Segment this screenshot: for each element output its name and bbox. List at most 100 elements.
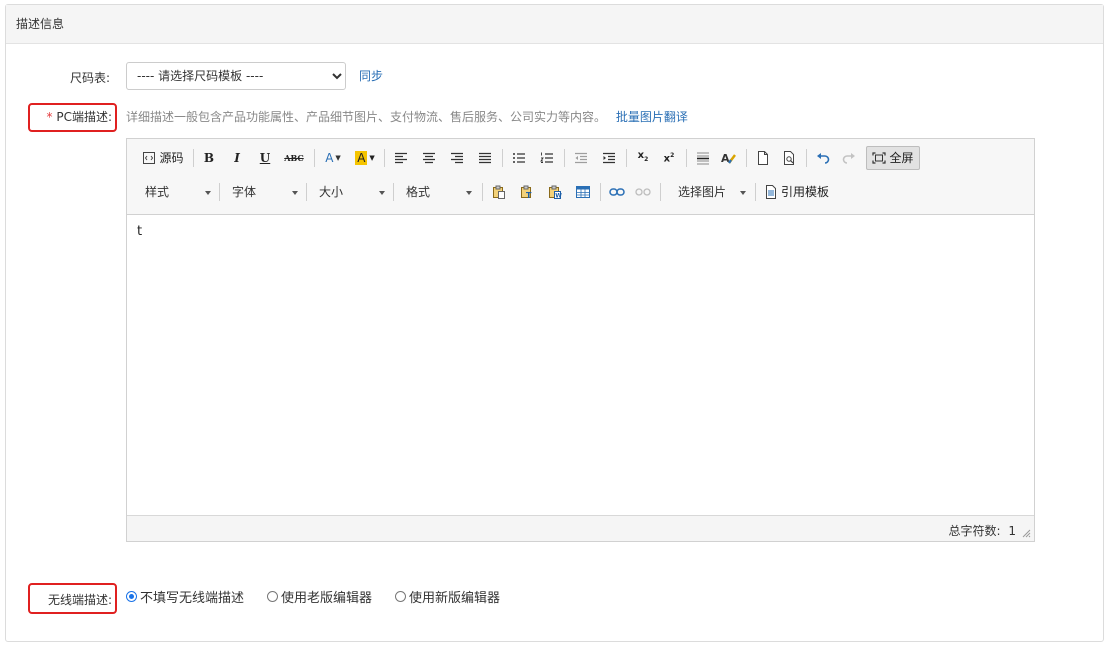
subscript-button[interactable]: x2 [632,147,654,169]
toolbar-separator [502,149,503,167]
bold-button[interactable]: B [199,147,219,169]
style-combo[interactable]: 样式 [139,181,217,203]
toolbar-separator [600,183,601,201]
unlink-button[interactable] [632,181,654,203]
toolbar-separator [193,149,194,167]
radio-old-editor[interactable]: 使用老版编辑器 [267,587,372,606]
word-count-label: 总字符数: [948,524,1001,538]
bullet-list-icon [513,153,525,163]
indent-icon [603,152,615,164]
font-color-button[interactable]: A ▼ [320,147,346,169]
size-chart-label: 尺码表: [69,71,110,85]
align-left-button[interactable] [390,147,412,169]
font-size-combo-label: 大小 [319,185,344,199]
horizontal-rule-icon [697,152,709,165]
paste-text-button[interactable]: T [516,181,538,203]
horizontal-rule-button[interactable] [692,147,714,169]
font-size-combo[interactable]: 大小 [313,181,391,203]
bg-color-letter: A [355,151,368,165]
format-combo-label: 格式 [406,185,431,199]
toolbar-separator [314,149,315,167]
format-combo[interactable]: 格式 [400,181,478,203]
preview-icon [783,151,794,165]
strikethrough-button[interactable]: ABC [281,147,307,169]
toolbar-separator [660,183,661,201]
editor-status-bar: 总字符数: 1 [127,515,1034,541]
align-justify-button[interactable] [474,147,496,169]
paste-word-icon: W [549,185,562,199]
choose-image-caret-icon [740,191,746,195]
radio-label: 使用新版编辑器 [409,591,501,606]
resize-handle-icon[interactable] [1021,528,1031,538]
redo-icon [842,153,855,164]
preview-button[interactable] [778,147,800,169]
clear-format-icon: A [721,152,736,165]
bullet-list-button[interactable] [508,147,530,169]
panel-title: 描述信息 [6,5,1103,44]
font-color-letter: A [325,151,334,165]
align-right-icon [451,152,463,164]
pc-desc-hint-text: 详细描述一般包含产品功能属性、产品细节图片、支付物流、售后服务、公司实力等内容。 [126,110,607,124]
rich-text-editor: 源码 B I U ABC A ▼ A ▼ x2 x2 A 全屏 样式 字体 大小… [126,138,1035,542]
size-template-select[interactable]: ---- 请选择尺码模板 ---- [126,62,346,90]
numbered-list-icon [540,152,553,163]
style-combo-caret-icon [205,191,211,195]
cite-template-label: 引用模板 [780,185,829,199]
numbered-list-button[interactable] [536,147,558,169]
indent-button[interactable] [598,147,620,169]
paste-text-icon: T [521,185,532,199]
bg-color-button[interactable]: A ▼ [352,147,378,169]
font-color-caret-icon: ▼ [335,154,341,162]
svg-text:W: W [555,193,562,199]
mobile-desc-label: 无线端描述: [47,593,112,607]
radio-dot-selected [126,591,137,602]
outdent-icon [575,152,587,164]
clear-format-button[interactable]: A [718,147,740,169]
radio-new-editor[interactable]: 使用新版编辑器 [395,587,500,606]
required-mark: * [46,110,53,124]
align-center-button[interactable] [418,147,440,169]
batch-image-translate-link[interactable]: 批量图片翻译 [616,110,688,124]
paste-button[interactable] [488,181,510,203]
undo-icon [817,153,830,164]
superscript-button[interactable]: x2 [658,147,680,169]
cite-template-button[interactable]: 引用模板 [761,181,833,203]
source-button[interactable]: 源码 [139,147,187,169]
radio-no-mobile-desc[interactable]: 不填写无线端描述 [126,587,244,606]
font-family-combo-caret-icon [292,191,298,195]
table-icon [576,186,590,198]
sync-link[interactable]: 同步 [359,67,383,84]
unlink-icon [635,188,651,196]
new-document-button[interactable] [752,147,774,169]
fullscreen-button[interactable]: 全屏 [866,146,920,170]
undo-button[interactable] [812,147,834,169]
editor-content-area[interactable]: t [127,215,1034,515]
new-document-icon [758,151,768,165]
toolbar-separator [746,149,747,167]
svg-text:T: T [526,191,532,199]
radio-label: 使用老版编辑器 [281,591,373,606]
toolbar-separator [686,149,687,167]
mobile-desc-radio-group: 不填写无线端描述 使用老版编辑器 使用新版编辑器 [126,587,523,606]
choose-image-dropdown[interactable]: 选择图片 [672,181,752,203]
align-right-button[interactable] [446,147,468,169]
insert-link-button[interactable] [606,181,628,203]
style-combo-label: 样式 [145,185,170,199]
outdent-button[interactable] [570,147,592,169]
align-center-icon [423,152,435,164]
toolbar-separator [482,183,483,201]
paste-word-button[interactable]: W [544,181,566,203]
bg-color-caret-icon: ▼ [369,154,375,162]
toolbar-separator [384,149,385,167]
font-family-combo[interactable]: 字体 [226,181,304,203]
insert-table-button[interactable] [572,181,594,203]
redo-button[interactable] [838,147,860,169]
fullscreen-label: 全屏 [889,151,914,165]
italic-button[interactable]: I [227,147,247,169]
source-icon [143,152,156,164]
radio-dot [267,591,279,602]
pc-desc-label-text: PC端描述: [56,110,112,124]
toolbar-separator [219,183,220,201]
underline-button[interactable]: U [255,147,275,169]
align-justify-icon [479,152,491,164]
